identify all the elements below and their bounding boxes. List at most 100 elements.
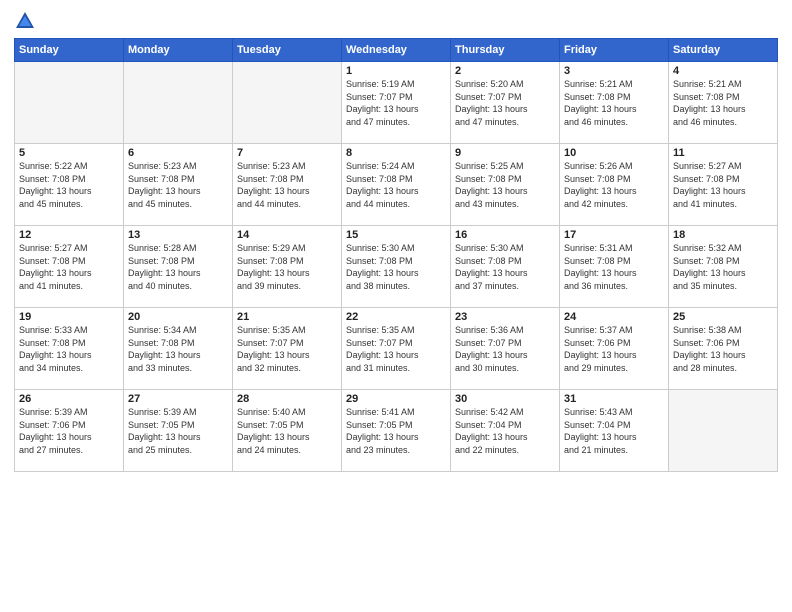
day-info: Sunrise: 5:40 AM Sunset: 7:05 PM Dayligh… [237,406,337,456]
calendar-cell: 26Sunrise: 5:39 AM Sunset: 7:06 PM Dayli… [15,390,124,472]
day-info: Sunrise: 5:23 AM Sunset: 7:08 PM Dayligh… [237,160,337,210]
day-info: Sunrise: 5:28 AM Sunset: 7:08 PM Dayligh… [128,242,228,292]
calendar-cell: 21Sunrise: 5:35 AM Sunset: 7:07 PM Dayli… [233,308,342,390]
day-header-saturday: Saturday [669,39,778,62]
calendar-cell: 9Sunrise: 5:25 AM Sunset: 7:08 PM Daylig… [451,144,560,226]
day-info: Sunrise: 5:27 AM Sunset: 7:08 PM Dayligh… [19,242,119,292]
day-number: 3 [564,65,664,77]
day-number: 8 [346,147,446,159]
calendar-table: SundayMondayTuesdayWednesdayThursdayFrid… [14,38,778,472]
day-info: Sunrise: 5:42 AM Sunset: 7:04 PM Dayligh… [455,406,555,456]
day-number: 28 [237,393,337,405]
day-info: Sunrise: 5:30 AM Sunset: 7:08 PM Dayligh… [455,242,555,292]
day-number: 22 [346,311,446,323]
day-info: Sunrise: 5:33 AM Sunset: 7:08 PM Dayligh… [19,324,119,374]
calendar-cell: 7Sunrise: 5:23 AM Sunset: 7:08 PM Daylig… [233,144,342,226]
week-row-2: 5Sunrise: 5:22 AM Sunset: 7:08 PM Daylig… [15,144,778,226]
day-number: 9 [455,147,555,159]
day-info: Sunrise: 5:35 AM Sunset: 7:07 PM Dayligh… [237,324,337,374]
day-info: Sunrise: 5:35 AM Sunset: 7:07 PM Dayligh… [346,324,446,374]
day-header-sunday: Sunday [15,39,124,62]
calendar-cell: 12Sunrise: 5:27 AM Sunset: 7:08 PM Dayli… [15,226,124,308]
calendar-cell: 1Sunrise: 5:19 AM Sunset: 7:07 PM Daylig… [342,62,451,144]
days-header-row: SundayMondayTuesdayWednesdayThursdayFrid… [15,39,778,62]
day-number: 12 [19,229,119,241]
day-number: 25 [673,311,773,323]
week-row-3: 12Sunrise: 5:27 AM Sunset: 7:08 PM Dayli… [15,226,778,308]
calendar-cell: 14Sunrise: 5:29 AM Sunset: 7:08 PM Dayli… [233,226,342,308]
calendar-cell: 30Sunrise: 5:42 AM Sunset: 7:04 PM Dayli… [451,390,560,472]
day-number: 26 [19,393,119,405]
day-number: 16 [455,229,555,241]
calendar-cell: 24Sunrise: 5:37 AM Sunset: 7:06 PM Dayli… [560,308,669,390]
day-number: 7 [237,147,337,159]
day-number: 18 [673,229,773,241]
logo-icon [14,10,36,32]
day-number: 14 [237,229,337,241]
calendar-cell [15,62,124,144]
day-info: Sunrise: 5:37 AM Sunset: 7:06 PM Dayligh… [564,324,664,374]
day-info: Sunrise: 5:32 AM Sunset: 7:08 PM Dayligh… [673,242,773,292]
week-row-1: 1Sunrise: 5:19 AM Sunset: 7:07 PM Daylig… [15,62,778,144]
day-number: 10 [564,147,664,159]
calendar-cell: 29Sunrise: 5:41 AM Sunset: 7:05 PM Dayli… [342,390,451,472]
day-number: 24 [564,311,664,323]
calendar-cell: 15Sunrise: 5:30 AM Sunset: 7:08 PM Dayli… [342,226,451,308]
calendar-cell: 16Sunrise: 5:30 AM Sunset: 7:08 PM Dayli… [451,226,560,308]
calendar-cell: 5Sunrise: 5:22 AM Sunset: 7:08 PM Daylig… [15,144,124,226]
calendar-cell: 3Sunrise: 5:21 AM Sunset: 7:08 PM Daylig… [560,62,669,144]
week-row-4: 19Sunrise: 5:33 AM Sunset: 7:08 PM Dayli… [15,308,778,390]
calendar-cell: 18Sunrise: 5:32 AM Sunset: 7:08 PM Dayli… [669,226,778,308]
day-number: 2 [455,65,555,77]
day-number: 13 [128,229,228,241]
day-info: Sunrise: 5:39 AM Sunset: 7:05 PM Dayligh… [128,406,228,456]
header [14,10,778,32]
day-number: 30 [455,393,555,405]
day-number: 27 [128,393,228,405]
day-info: Sunrise: 5:30 AM Sunset: 7:08 PM Dayligh… [346,242,446,292]
day-info: Sunrise: 5:19 AM Sunset: 7:07 PM Dayligh… [346,78,446,128]
day-number: 15 [346,229,446,241]
day-number: 11 [673,147,773,159]
day-info: Sunrise: 5:43 AM Sunset: 7:04 PM Dayligh… [564,406,664,456]
calendar-cell: 19Sunrise: 5:33 AM Sunset: 7:08 PM Dayli… [15,308,124,390]
calendar-cell [124,62,233,144]
day-info: Sunrise: 5:26 AM Sunset: 7:08 PM Dayligh… [564,160,664,210]
calendar-cell: 25Sunrise: 5:38 AM Sunset: 7:06 PM Dayli… [669,308,778,390]
day-number: 29 [346,393,446,405]
day-number: 23 [455,311,555,323]
calendar-cell: 10Sunrise: 5:26 AM Sunset: 7:08 PM Dayli… [560,144,669,226]
day-number: 20 [128,311,228,323]
page: SundayMondayTuesdayWednesdayThursdayFrid… [0,0,792,612]
calendar-cell [669,390,778,472]
calendar-cell: 11Sunrise: 5:27 AM Sunset: 7:08 PM Dayli… [669,144,778,226]
day-info: Sunrise: 5:25 AM Sunset: 7:08 PM Dayligh… [455,160,555,210]
week-row-5: 26Sunrise: 5:39 AM Sunset: 7:06 PM Dayli… [15,390,778,472]
calendar-cell: 27Sunrise: 5:39 AM Sunset: 7:05 PM Dayli… [124,390,233,472]
day-header-tuesday: Tuesday [233,39,342,62]
day-header-monday: Monday [124,39,233,62]
day-info: Sunrise: 5:39 AM Sunset: 7:06 PM Dayligh… [19,406,119,456]
calendar-cell [233,62,342,144]
day-info: Sunrise: 5:36 AM Sunset: 7:07 PM Dayligh… [455,324,555,374]
day-number: 6 [128,147,228,159]
day-info: Sunrise: 5:29 AM Sunset: 7:08 PM Dayligh… [237,242,337,292]
day-info: Sunrise: 5:41 AM Sunset: 7:05 PM Dayligh… [346,406,446,456]
day-number: 4 [673,65,773,77]
day-info: Sunrise: 5:34 AM Sunset: 7:08 PM Dayligh… [128,324,228,374]
day-info: Sunrise: 5:31 AM Sunset: 7:08 PM Dayligh… [564,242,664,292]
calendar-cell: 13Sunrise: 5:28 AM Sunset: 7:08 PM Dayli… [124,226,233,308]
day-number: 1 [346,65,446,77]
calendar-cell: 23Sunrise: 5:36 AM Sunset: 7:07 PM Dayli… [451,308,560,390]
day-info: Sunrise: 5:23 AM Sunset: 7:08 PM Dayligh… [128,160,228,210]
calendar-cell: 20Sunrise: 5:34 AM Sunset: 7:08 PM Dayli… [124,308,233,390]
day-info: Sunrise: 5:24 AM Sunset: 7:08 PM Dayligh… [346,160,446,210]
calendar-cell: 17Sunrise: 5:31 AM Sunset: 7:08 PM Dayli… [560,226,669,308]
day-number: 19 [19,311,119,323]
calendar-cell: 6Sunrise: 5:23 AM Sunset: 7:08 PM Daylig… [124,144,233,226]
calendar-cell: 28Sunrise: 5:40 AM Sunset: 7:05 PM Dayli… [233,390,342,472]
day-header-thursday: Thursday [451,39,560,62]
calendar-cell: 8Sunrise: 5:24 AM Sunset: 7:08 PM Daylig… [342,144,451,226]
calendar-cell: 31Sunrise: 5:43 AM Sunset: 7:04 PM Dayli… [560,390,669,472]
logo [14,10,39,32]
